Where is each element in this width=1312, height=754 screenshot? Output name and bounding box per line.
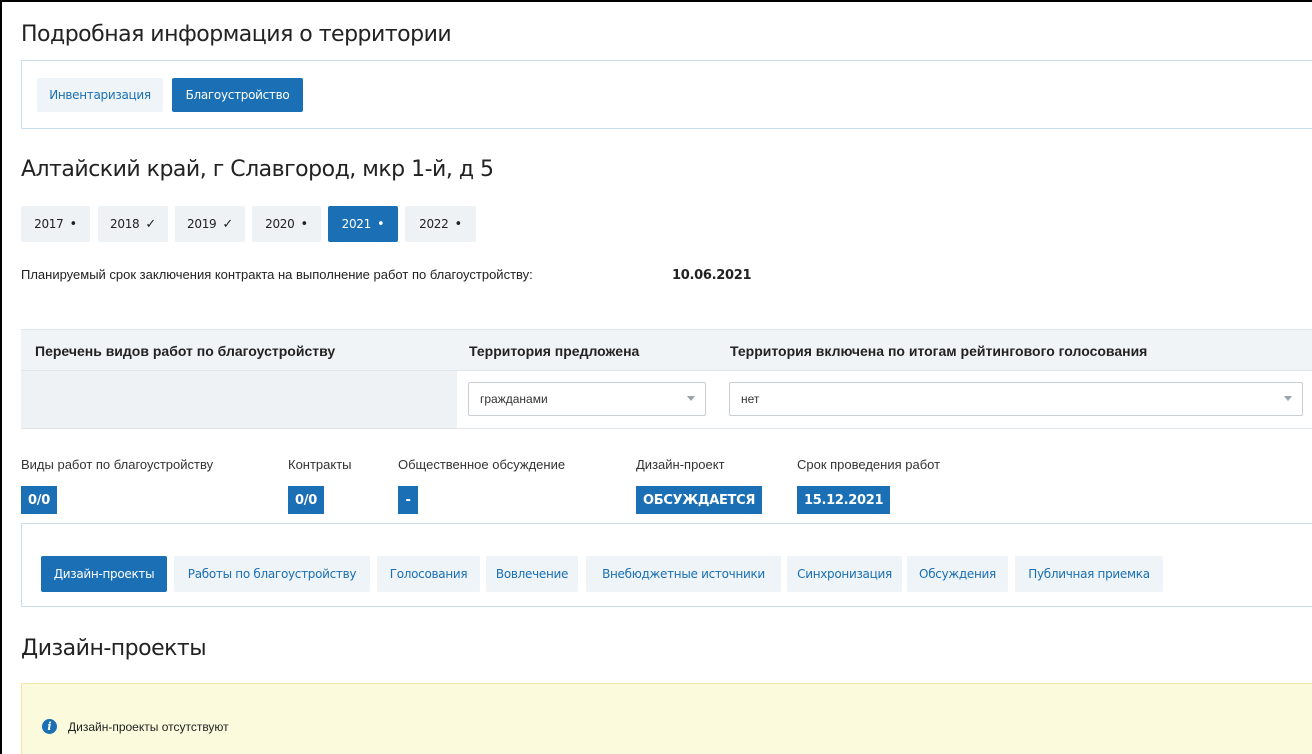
check-icon: ✓ [222, 216, 233, 232]
contract-plan-date: 10.06.2021 [672, 268, 752, 283]
alert-text: Дизайн-проекты отсутствуют [68, 720, 229, 734]
territory-address: Алтайский край, г Славгород, мкр 1-й, д … [21, 157, 494, 182]
tab-non-budget-sources[interactable]: Внебюджетные источники [586, 556, 781, 592]
stat-badge-deadline[interactable]: 15.12.2021 [797, 486, 891, 514]
proposed-by-select[interactable]: гражданами [468, 382, 706, 416]
stat-label-works: Виды работ по благоустройству [21, 457, 214, 472]
stat-badge-discussion[interactable]: - [398, 486, 418, 514]
year-tab-2019[interactable]: 2019 ✓ [175, 206, 245, 242]
page-frame: Подробная информация о территории Инвент… [0, 0, 1312, 754]
dot-icon: • [376, 216, 385, 232]
check-icon: ✓ [145, 216, 156, 232]
year-label: 2017 [34, 217, 64, 231]
stat-badge-contracts[interactable]: 0/0 [288, 486, 324, 514]
tab-discussions[interactable]: Обсуждения [907, 556, 1008, 592]
empty-state-alert: i Дизайн-проекты отсутствуют [21, 683, 1312, 754]
dot-icon: • [69, 216, 77, 232]
proposed-by-header: Территория предложена [469, 343, 640, 359]
tab-involvement[interactable]: Вовлечение [486, 556, 578, 592]
year-label: 2019 [187, 217, 217, 231]
works-list-header: Перечень видов работ по благоустройству [35, 343, 336, 359]
stat-label-deadline: Срок проведения работ [797, 457, 941, 472]
table-row: гражданами нет [21, 371, 1312, 429]
chevron-down-icon [1284, 396, 1292, 401]
year-tab-2021[interactable]: 2021 • [328, 206, 398, 242]
year-tab-2022[interactable]: 2022 • [405, 206, 476, 242]
year-tab-2018[interactable]: 2018 ✓ [98, 206, 168, 242]
year-label: 2018 [110, 217, 140, 231]
tab-design-projects[interactable]: Дизайн-проекты [41, 556, 167, 592]
stat-label-contracts: Контракты [288, 457, 352, 472]
tab-public-acceptance[interactable]: Публичная приемка [1015, 556, 1163, 592]
year-tab-2017[interactable]: 2017 • [21, 206, 90, 242]
info-icon: i [42, 719, 57, 734]
year-tab-2020[interactable]: 2020 • [252, 206, 321, 242]
chevron-down-icon [687, 396, 695, 401]
works-table-header: Перечень видов работ по благоустройству … [21, 329, 1312, 371]
year-label: 2021 [341, 217, 372, 231]
top-tabs-panel: Инвентаризация Благоустройство [21, 60, 1312, 129]
dot-icon: • [300, 216, 308, 232]
section-title: Дизайн-проекты [21, 636, 207, 661]
stat-badge-works[interactable]: 0/0 [21, 486, 57, 514]
included-by-vote-header: Территория включена по итогам рейтингово… [730, 343, 1148, 359]
contract-plan-label: Планируемый срок заключения контракта на… [21, 267, 533, 282]
dot-icon: • [454, 216, 462, 232]
stat-label-discussion: Общественное обсуждение [398, 457, 566, 472]
included-by-vote-select[interactable]: нет [729, 382, 1303, 416]
stat-badge-design[interactable]: ОБСУЖДАЕТСЯ [636, 486, 763, 514]
tab-improvement[interactable]: Благоустройство [172, 78, 303, 112]
stat-label-design: Дизайн-проект [636, 457, 725, 472]
year-label: 2022 [419, 217, 449, 231]
section-tabs-panel: Дизайн-проекты Работы по благоустройству… [21, 523, 1312, 607]
year-label: 2020 [265, 217, 295, 231]
tab-sync[interactable]: Синхронизация [787, 556, 902, 592]
page-title: Подробная информация о территории [21, 22, 452, 47]
tab-votes[interactable]: Голосования [377, 556, 480, 592]
tab-inventory[interactable]: Инвентаризация [37, 78, 163, 112]
tab-improvement-works[interactable]: Работы по благоустройству [174, 556, 370, 592]
works-list-cell [21, 371, 457, 428]
proposed-by-value: гражданами [480, 392, 548, 406]
included-by-vote-value: нет [741, 392, 760, 406]
